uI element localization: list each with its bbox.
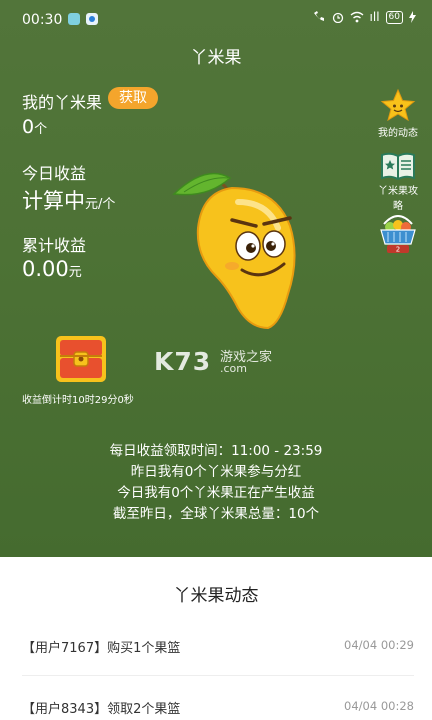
header-panel: 00:30 ıll 60 丫米果 我的丫米果 获取 0个 今日收益 计算中元/个…: [0, 0, 432, 557]
info-line: 每日收益领取时间：11:00 - 23:59: [109, 443, 323, 459]
fruit-basket-icon: 2: [380, 215, 416, 254]
total-earnings-value: 0.00元: [22, 257, 82, 281]
page-title: 丫米果: [190, 48, 242, 68]
watermark: K73 游戏之家 .com: [154, 347, 272, 376]
today-earnings-unit: 元/个: [85, 197, 116, 212]
feed-item-text: 【用户7167】购买1个果篮: [22, 641, 181, 656]
info-line: 昨日我有0个丫米果参与分红: [130, 464, 302, 480]
signal-icon: ıll: [369, 10, 380, 24]
star-icon: [380, 88, 416, 122]
app-notification-icon: [68, 13, 80, 25]
battery-icon: 60: [385, 10, 403, 24]
side-item-basket[interactable]: 2: [374, 210, 422, 254]
divider: [22, 675, 414, 676]
app-notification-icon: [86, 13, 98, 25]
info-line: 截至昨日，全球丫米果总量：10个: [112, 506, 320, 522]
total-earnings-amount: 0.00: [22, 257, 69, 281]
earnings-countdown: 收益倒计时10时29分0秒: [22, 395, 134, 406]
info-block: 每日收益领取时间：11:00 - 23:59 昨日我有0个丫米果参与分红 今日我…: [0, 441, 432, 525]
info-line: 今日我有0个丫米果正在产生收益: [117, 485, 315, 501]
side-item-label: 我的动态: [378, 128, 418, 139]
feed-item-time: 04/04 00:28: [344, 699, 414, 713]
today-earnings-label: 今日收益: [22, 164, 87, 183]
side-item-label: 丫米果攻略: [378, 186, 418, 212]
get-button[interactable]: 获取: [108, 87, 158, 109]
wifi-icon: [350, 11, 363, 23]
phone-icon: [313, 11, 324, 21]
feed-item: 【用户8343】领取2个果篮 04/04 00:28: [22, 698, 414, 720]
status-time: 00:30: [22, 12, 63, 28]
side-item-guide[interactable]: 丫米果攻略: [374, 150, 422, 212]
my-fruit-label: 我的丫米果: [22, 93, 103, 112]
watermark-domain: .com: [220, 362, 247, 375]
side-item-my-activity[interactable]: 我的动态: [374, 88, 422, 139]
my-fruit-count: 0: [22, 116, 35, 138]
total-earnings-label: 累计收益: [22, 236, 87, 255]
feed-title: 丫米果动态: [173, 586, 259, 606]
mango-mascot-icon: [172, 172, 296, 330]
today-earnings-value: 计算中元/个: [22, 185, 115, 215]
today-earnings-amount: 计算中: [22, 189, 85, 213]
my-fruit-value: 0个: [22, 116, 47, 138]
basket-badge: 2: [396, 246, 400, 254]
my-fruit-unit: 个: [34, 122, 48, 137]
book-icon: [381, 152, 415, 181]
charging-icon: [409, 11, 416, 23]
feed-item: 【用户7167】购买1个果篮 04/04 00:29: [22, 637, 414, 667]
activity-feed: 丫米果动态 【用户7167】购买1个果篮 04/04 00:29 【用户8343…: [0, 557, 432, 720]
status-icons: ıll 60: [312, 10, 416, 24]
alarm-icon: [332, 12, 343, 23]
total-earnings-unit: 元: [68, 265, 82, 280]
feed-item-time: 04/04 00:29: [344, 638, 414, 652]
treasure-chest-icon[interactable]: [54, 332, 108, 386]
status-bar: 00:30 ıll 60: [0, 0, 432, 38]
feed-item-text: 【用户8343】领取2个果篮: [22, 702, 181, 717]
watermark-brand: K73: [154, 347, 212, 376]
